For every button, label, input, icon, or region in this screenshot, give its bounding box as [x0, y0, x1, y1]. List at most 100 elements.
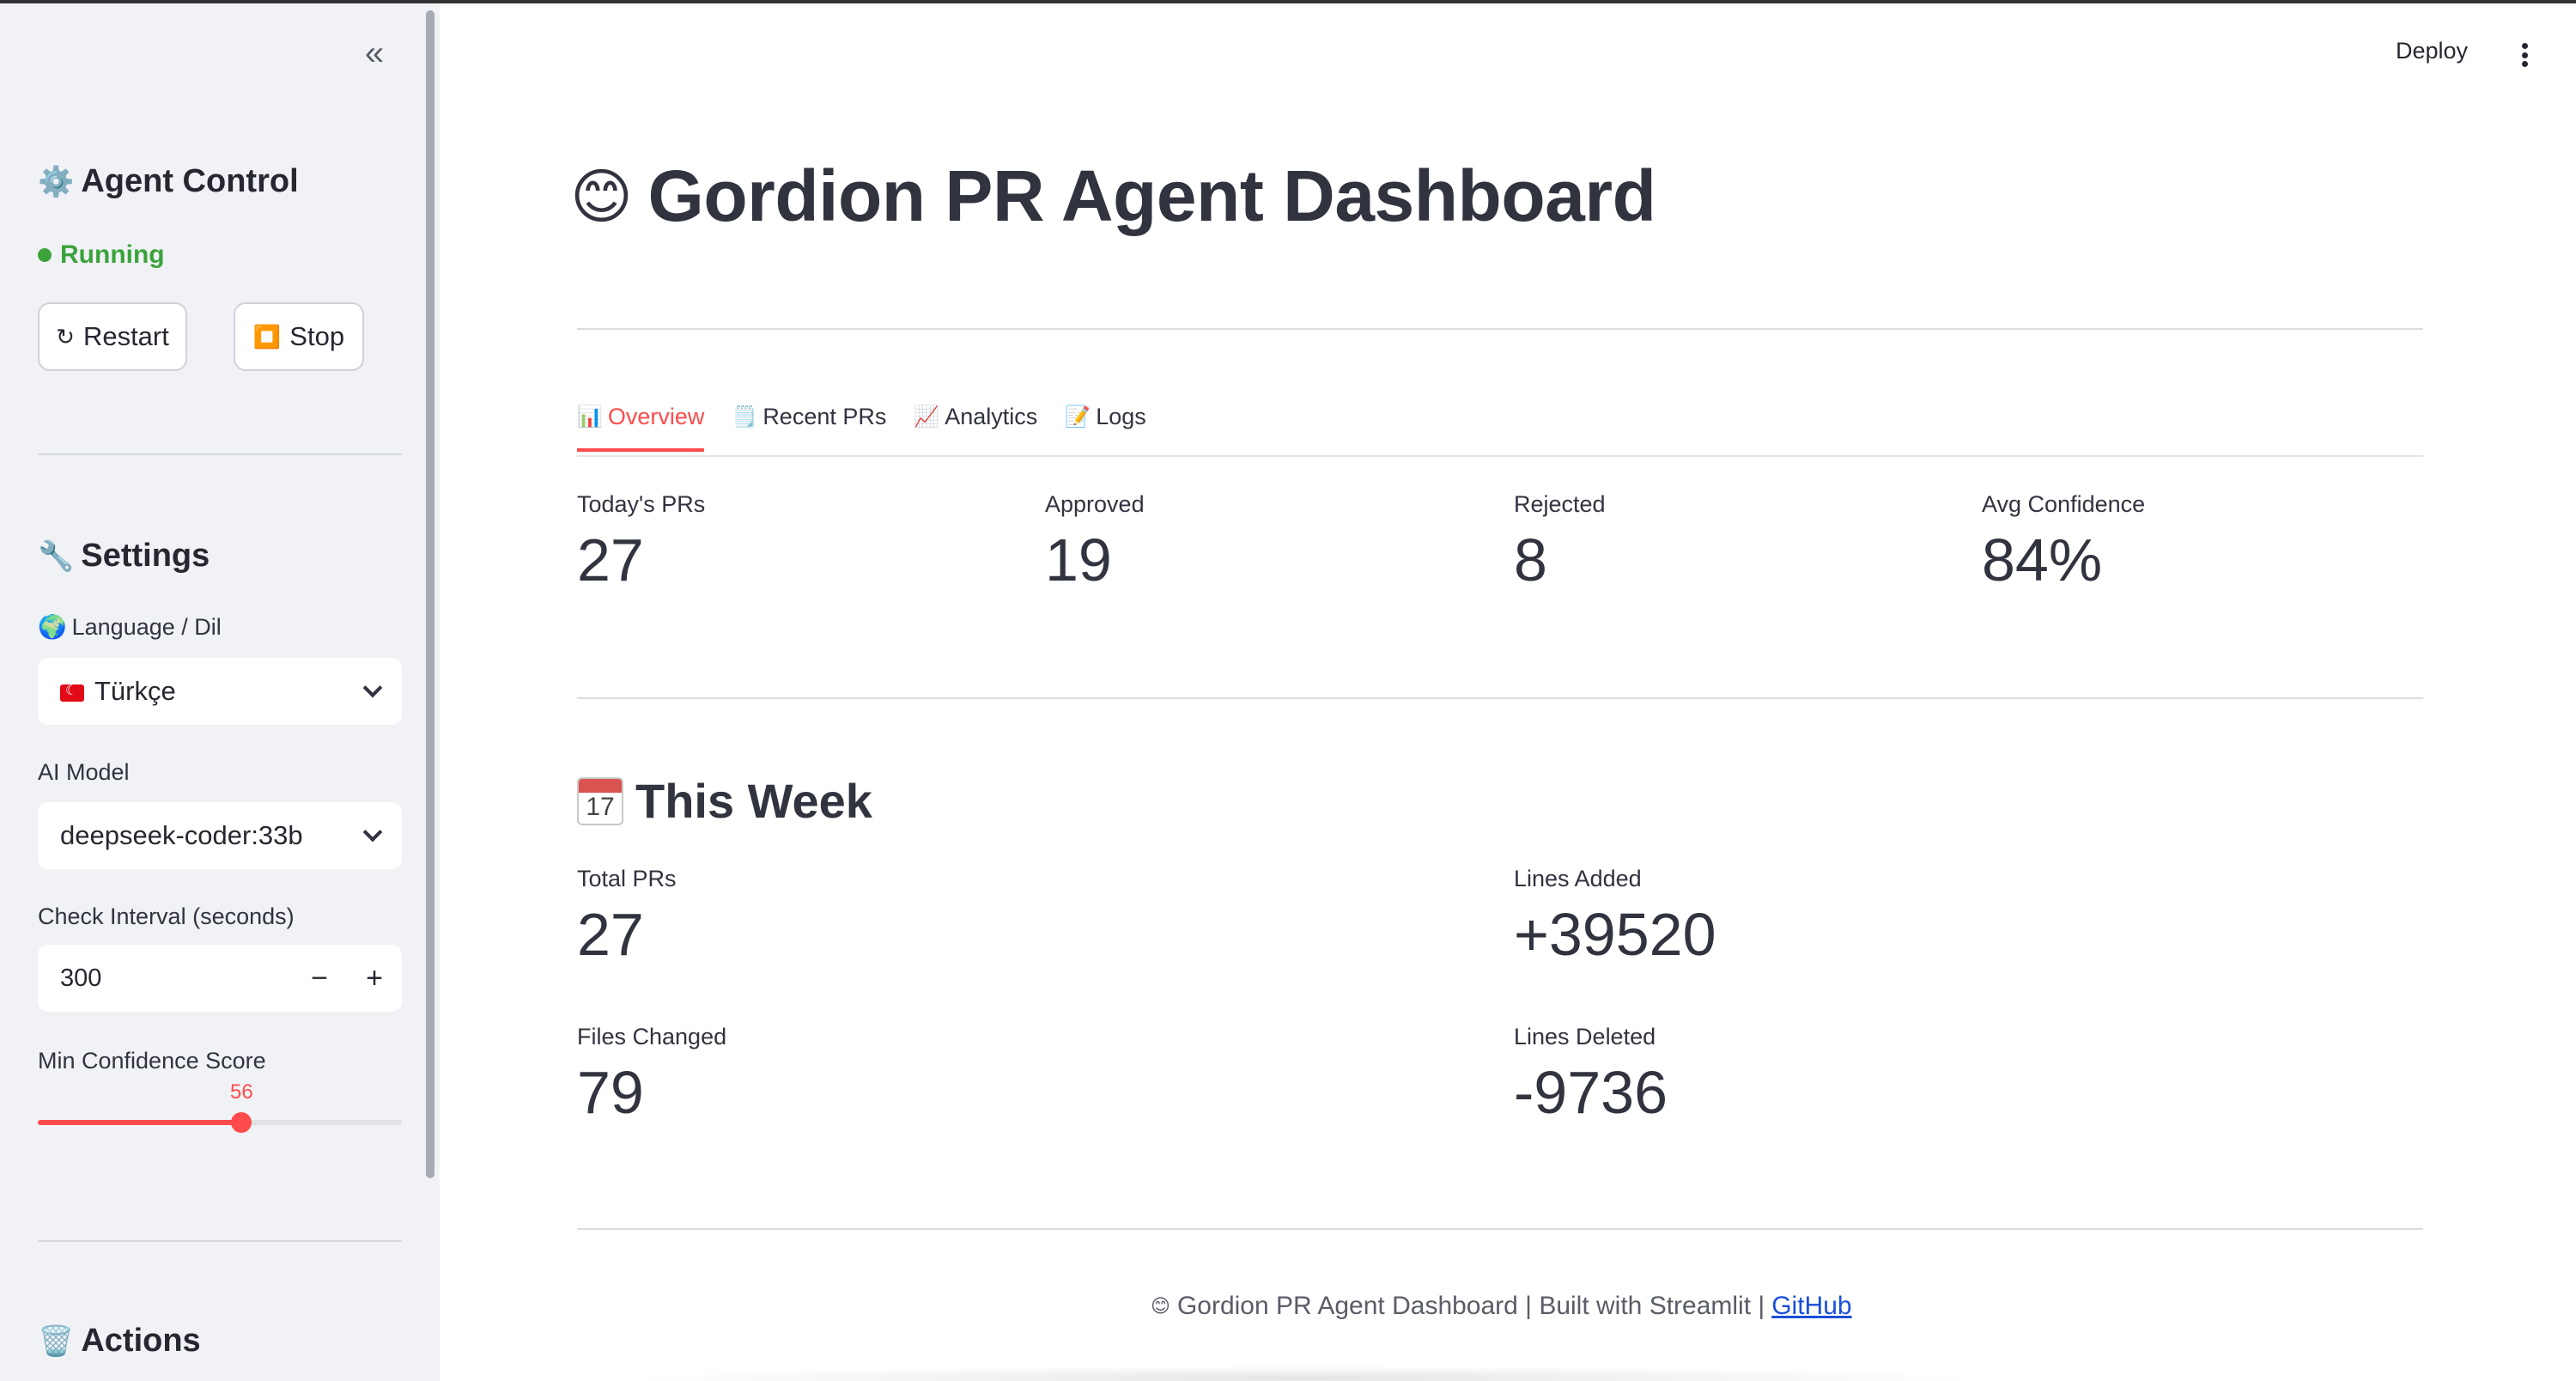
section-divider [577, 697, 2423, 699]
tab-underline-rule [577, 455, 2423, 457]
agent-control-heading: ⚙️ Agent Control [38, 163, 299, 200]
bottom-shadow [618, 1366, 1992, 1381]
tab-label: Logs [1096, 404, 1146, 429]
decrement-button[interactable]: − [292, 962, 347, 995]
calendar-icon-number: 17 [586, 792, 615, 821]
metric-label: Avg Confidence [1982, 491, 2146, 517]
tab-overview[interactable]: 📊 Overview [577, 404, 705, 452]
footer-text: Gordion PR Agent Dashboard | Built with … [1176, 1292, 1765, 1320]
check-interval-value[interactable]: 300 [38, 964, 292, 993]
chevron-down-icon [362, 822, 383, 843]
page-title-text: Gordion PR Agent Dashboard [647, 155, 1656, 236]
metric-avg-confidence: Avg Confidence 84% [1982, 491, 2145, 590]
metric-value: 19 [1045, 526, 1112, 593]
status-indicator: Running [38, 240, 165, 270]
metric-label: Lines Deleted [1514, 1024, 1656, 1049]
tab-label: Analytics [945, 404, 1038, 429]
bar-chart-icon: 📊 [577, 405, 603, 429]
collapse-sidebar-icon[interactable]: « [357, 36, 392, 72]
this-week-heading: 17 This Week [577, 773, 872, 829]
increment-button[interactable]: + [347, 962, 402, 995]
metric-value: 8 [1514, 526, 1547, 593]
actions-heading: 🗑️ Actions [38, 1323, 201, 1360]
metric-lines-added: Lines Added +39520 [1514, 866, 1716, 964]
metric-value: 27 [577, 526, 644, 593]
stop-label: Stop [289, 321, 345, 351]
chevron-down-icon [362, 678, 383, 698]
turkey-flag-icon [60, 682, 84, 702]
smiley-icon: 😊 [570, 162, 633, 230]
metric-label: Lines Added [1514, 866, 1642, 891]
page-title: 😊 Gordion PR Agent Dashboard [570, 155, 1656, 238]
actions-title: Actions [81, 1323, 201, 1359]
calendar-icon: 17 [577, 776, 623, 825]
gear-icon: ⚙️ [38, 165, 75, 198]
metric-total-prs: Total PRs 27 [577, 866, 677, 964]
wrench-icon: 🔧 [38, 539, 75, 573]
github-link[interactable]: GitHub [1771, 1292, 1851, 1321]
status-text: Running [60, 240, 165, 269]
tab-analytics[interactable]: 📈 Analytics [914, 404, 1037, 449]
language-select[interactable]: Türkçe [38, 658, 402, 725]
metric-approved: Approved 19 [1045, 491, 1145, 590]
stop-button[interactable]: ⏹️ Stop [234, 302, 364, 371]
stop-icon: ⏹️ [252, 323, 282, 350]
agent-control-title: Agent Control [81, 163, 299, 199]
language-label-text: Language / Dil [71, 613, 222, 640]
main-menu-icon[interactable] [2516, 40, 2533, 70]
check-interval-input[interactable]: 300 − + [38, 945, 402, 1012]
status-dot-icon [38, 248, 52, 262]
slider-fill [38, 1120, 242, 1125]
tab-label: Recent PRs [762, 404, 887, 429]
sidebar: « ⚙️ Agent Control Running ↻ Restart ⏹️ … [0, 3, 440, 1381]
metric-value: +39520 [1514, 901, 1716, 968]
sidebar-divider [38, 1240, 402, 1242]
this-week-title: This Week [635, 774, 872, 828]
metric-value: -9736 [1514, 1059, 1668, 1126]
title-divider [577, 328, 2423, 330]
deploy-button[interactable]: Deploy [2396, 38, 2468, 64]
ai-model-select[interactable]: deepseek-coder:33b [38, 802, 402, 869]
metric-lines-deleted: Lines Deleted -9736 [1514, 1024, 1668, 1122]
language-label: 🌍 Language / Dil [38, 613, 222, 641]
tab-bar: 📊 Overview 🗒️ Recent PRs 📈 Analytics 📝 L… [577, 404, 1146, 452]
tab-label: Overview [607, 404, 705, 429]
metric-value: 27 [577, 901, 644, 968]
metric-label: Today's PRs [577, 491, 706, 517]
ai-model-value: deepseek-coder:33b [60, 820, 303, 850]
metric-label: Files Changed [577, 1024, 727, 1049]
restart-label: Restart [82, 321, 169, 351]
restart-icon: ↻ [56, 323, 75, 350]
settings-heading: 🔧 Settings [38, 538, 210, 575]
trash-icon: 🗑️ [38, 1324, 75, 1358]
memo-icon: 📝 [1065, 405, 1091, 429]
sidebar-divider [38, 453, 402, 455]
settings-title: Settings [81, 538, 210, 574]
min-confidence-slider[interactable] [38, 1112, 402, 1133]
notepad-icon: 🗒️ [732, 405, 758, 429]
metric-label: Approved [1045, 491, 1145, 517]
tab-recent-prs[interactable]: 🗒️ Recent PRs [732, 404, 886, 449]
metric-todays-prs: Today's PRs 27 [577, 491, 705, 590]
sidebar-scrollbar[interactable] [426, 10, 434, 1178]
metric-rejected: Rejected 8 [1514, 491, 1606, 590]
footer-divider [577, 1228, 2423, 1230]
metric-value: 84% [1982, 526, 2103, 593]
slider-thumb[interactable] [231, 1112, 252, 1133]
globe-icon: 🌍 [38, 614, 67, 640]
min-confidence-label: Min Confidence Score [38, 1048, 266, 1074]
language-value: Türkçe [60, 676, 176, 707]
footer: 😊 Gordion PR Agent Dashboard | Built wit… [1151, 1292, 1852, 1321]
trend-chart-icon: 📈 [914, 405, 940, 429]
tab-logs[interactable]: 📝 Logs [1065, 404, 1145, 449]
metric-label: Total PRs [577, 866, 677, 891]
ai-model-label: AI Model [38, 759, 130, 785]
metric-label: Rejected [1514, 491, 1606, 517]
language-value-text: Türkçe [94, 676, 176, 706]
slider-value: 56 [230, 1080, 253, 1104]
metric-files-changed: Files Changed 79 [577, 1024, 726, 1122]
check-interval-label: Check Interval (seconds) [38, 903, 295, 929]
restart-button[interactable]: ↻ Restart [38, 302, 187, 371]
metric-value: 79 [577, 1059, 644, 1126]
smiley-icon: 😊 [1151, 1295, 1170, 1317]
